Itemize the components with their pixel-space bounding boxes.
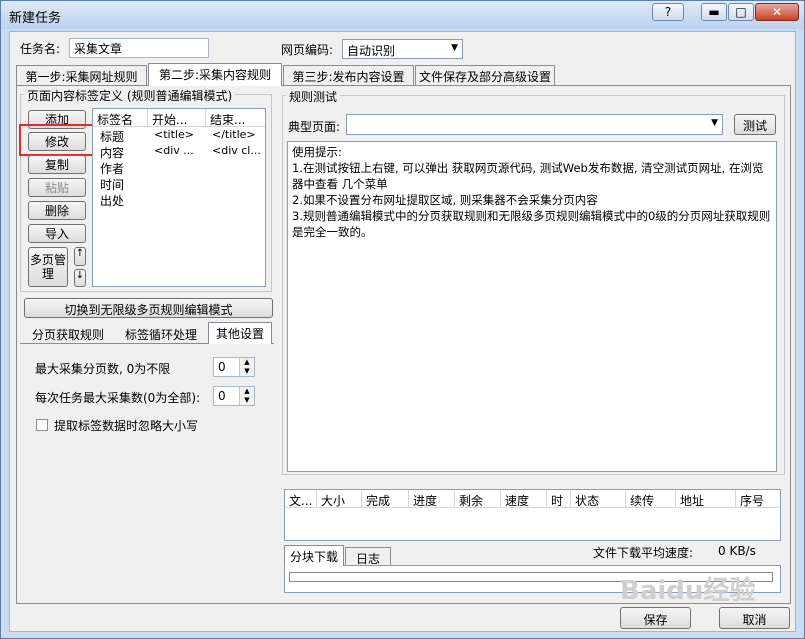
column-header-done[interactable]: 完成 xyxy=(362,490,409,508)
column-header-index[interactable]: 序号 xyxy=(736,490,780,508)
window-title: 新建任务 xyxy=(9,11,62,26)
help-button[interactable]: ? xyxy=(652,3,684,21)
column-header-file[interactable]: 文... xyxy=(285,490,317,508)
tab-step3-publish-settings[interactable]: 第三步:发布内容设置 xyxy=(283,65,414,85)
spin-up-icon[interactable]: ▲ xyxy=(239,358,254,367)
close-button[interactable]: ✕ xyxy=(755,3,799,21)
hint-line: 2.如果不设置分布网址提取区域, 则采集器不会采集分页内容 xyxy=(292,193,598,207)
typical-page-label: 典型页面: xyxy=(288,120,341,134)
ignore-case-label: 提取标签数据时忽略大小写 xyxy=(54,419,199,433)
encoding-select[interactable]: 自动识别 ▼ xyxy=(342,39,463,59)
task-name-label: 任务名: xyxy=(20,42,61,56)
ignore-case-checkbox[interactable] xyxy=(36,419,48,431)
tag-definition-legend: 页面内容标签定义 (规则普通编辑模式) xyxy=(24,87,236,104)
rule-test-legend: 规则测试 xyxy=(286,88,341,105)
max-pages-stepper[interactable]: 0 ▲ ▼ xyxy=(213,357,255,377)
task-name-input[interactable]: 采集文章 xyxy=(69,38,209,58)
minimize-button[interactable]: ▬ xyxy=(701,3,727,21)
test-button[interactable]: 测试 xyxy=(734,114,776,135)
spin-up-icon[interactable]: ▲ xyxy=(239,387,254,396)
hint-line: 3.规则普通编辑模式中的分页获取规则和无限级多页规则编辑模式中的0级的分页网址获… xyxy=(292,209,771,239)
list-item[interactable]: 出处 xyxy=(97,192,149,208)
tab-log[interactable]: 日志 xyxy=(345,547,391,566)
move-down-button[interactable]: ↓ xyxy=(74,269,86,287)
column-header-status[interactable]: 状态 xyxy=(571,490,626,508)
dialog-body: 任务名: 采集文章 网页编码: 自动识别 ▼ 第一步:采集网址规则 第二步:采集… xyxy=(9,31,796,632)
highlight-box xyxy=(19,124,100,156)
delete-button[interactable]: 删除 xyxy=(28,201,86,220)
tag-end-cell: </title> xyxy=(212,128,256,141)
typical-page-select[interactable]: ▼ xyxy=(346,114,723,135)
column-header-progress[interactable]: 进度 xyxy=(409,490,455,508)
tag-end-cell: <div cl... xyxy=(212,144,261,157)
tag-name-cell: 标题 xyxy=(100,130,125,144)
avg-speed-label: 文件下载平均速度: xyxy=(593,546,694,560)
copy-button[interactable]: 复制 xyxy=(28,155,86,174)
tab-block-download[interactable]: 分块下载 xyxy=(284,545,344,566)
tag-start-cell: <div ... xyxy=(154,144,194,157)
tab-file-save-advanced[interactable]: 文件保存及部分高级设置 xyxy=(415,65,555,85)
max-per-task-value: 0 xyxy=(218,389,226,403)
list-item[interactable]: 时间 xyxy=(97,176,149,192)
column-header-time[interactable]: 时 xyxy=(547,490,571,508)
watermark-logo: Baidu经验 xyxy=(620,576,756,606)
list-item[interactable]: 作者 xyxy=(97,160,149,176)
download-list[interactable]: 文... 大小 完成 进度 剩余 速度 时 状态 续传 地址 序号 xyxy=(284,489,781,541)
hints-textarea[interactable]: 使用提示: 1.在测试按钮上右键, 可以弹出 获取网页源代码, 测试Web发布数… xyxy=(287,141,777,472)
max-pages-value: 0 xyxy=(218,360,226,374)
column-header-size[interactable]: 大小 xyxy=(317,490,362,508)
task-window: 新建任务 ? ▬ □ ✕ 任务名: 采集文章 网页编码: 自动识别 ▼ 第一步:… xyxy=(0,0,805,639)
move-up-button[interactable]: ↑ xyxy=(74,247,86,266)
tag-list[interactable]: 标签名 开始... 结束... 标题 <title> </title> 内容 <… xyxy=(92,108,266,287)
spin-down-icon[interactable]: ▼ xyxy=(239,396,254,405)
tab-tag-loop[interactable]: 标签循环处理 xyxy=(116,324,206,343)
title-bar[interactable]: 新建任务 ? ▬ □ ✕ xyxy=(1,1,804,29)
chevron-down-icon: ▼ xyxy=(451,43,458,53)
max-per-task-label: 每次任务最大采集数(0为全部): xyxy=(35,391,201,405)
tag-start-cell: <title> xyxy=(154,128,194,141)
column-header-resume[interactable]: 续传 xyxy=(626,490,676,508)
spin-down-icon[interactable]: ▼ xyxy=(239,367,254,376)
max-per-task-stepper[interactable]: 0 ▲ ▼ xyxy=(213,386,255,406)
column-header-remaining[interactable]: 剩余 xyxy=(455,490,501,508)
column-header-url[interactable]: 地址 xyxy=(676,490,736,508)
avg-speed-value: 0 KB/s xyxy=(718,544,756,558)
column-header-speed[interactable]: 速度 xyxy=(501,490,547,508)
column-header-tag-name[interactable]: 标签名 xyxy=(93,109,148,127)
import-button[interactable]: 导入 xyxy=(28,224,86,243)
column-header-end[interactable]: 结束... xyxy=(206,109,265,127)
save-button[interactable]: 保存 xyxy=(620,607,691,629)
tab-pagination-rules[interactable]: 分页获取规则 xyxy=(24,324,112,343)
column-header-start[interactable]: 开始... xyxy=(148,109,206,127)
paste-button[interactable]: 粘贴 xyxy=(28,178,86,197)
tag-name-cell: 内容 xyxy=(100,146,125,160)
tab-step1-url-rules[interactable]: 第一步:采集网址规则 xyxy=(16,65,147,85)
chevron-down-icon: ▼ xyxy=(711,118,718,128)
tab-other-settings[interactable]: 其他设置 xyxy=(208,322,272,344)
cancel-button[interactable]: 取消 xyxy=(719,607,790,629)
tab-step2-content-rules[interactable]: 第二步:采集内容规则 xyxy=(148,63,282,86)
encoding-label: 网页编码: xyxy=(281,43,334,57)
hint-line: 使用提示: xyxy=(292,145,342,159)
subtab-panel xyxy=(20,343,274,599)
encoding-value: 自动识别 xyxy=(347,44,396,58)
hint-line: 1.在测试按钮上右键, 可以弹出 获取网页源代码, 测试Web发布数据, 清空测… xyxy=(292,161,764,191)
switch-mode-button[interactable]: 切换到无限级多页规则编辑模式 xyxy=(24,298,273,318)
maximize-button[interactable]: □ xyxy=(728,3,754,21)
multipage-manage-button[interactable]: 多页管理 xyxy=(28,247,68,287)
max-pages-label: 最大采集分页数, 0为不限 xyxy=(35,362,171,376)
